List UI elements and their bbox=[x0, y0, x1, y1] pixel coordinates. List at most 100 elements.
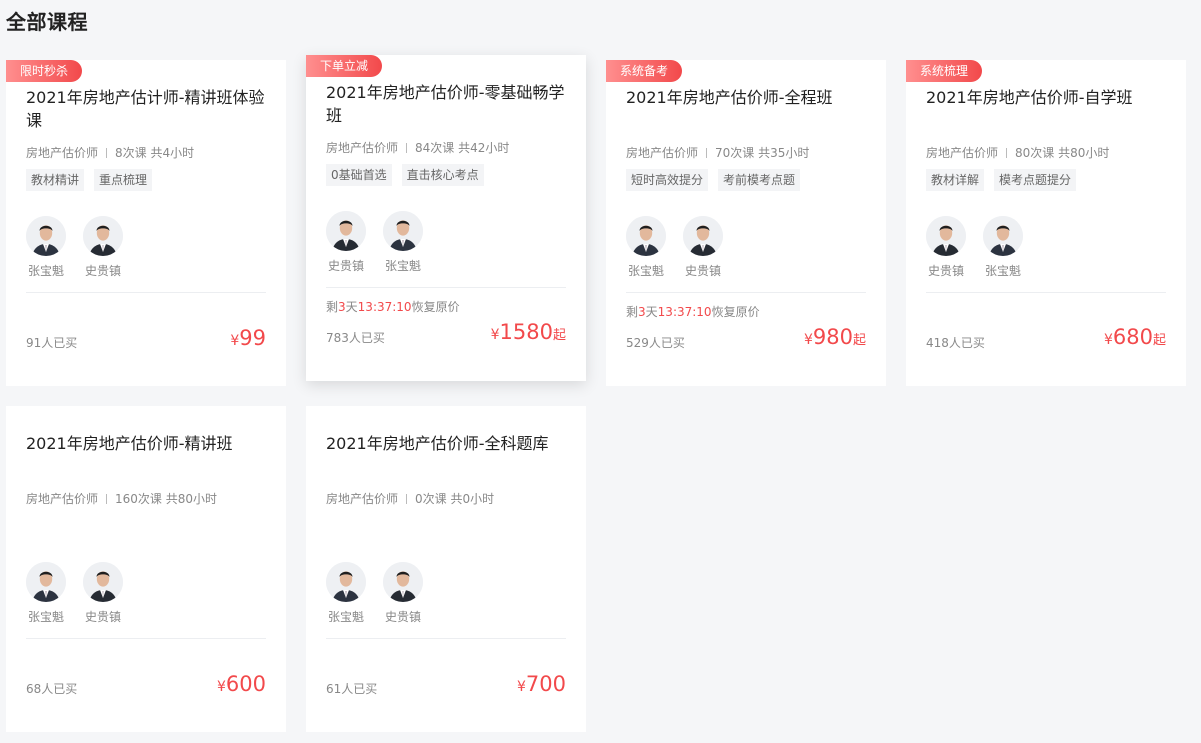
course-tag: 教材精讲 bbox=[26, 169, 85, 191]
teacher-name: 史贵镇 bbox=[927, 264, 964, 278]
teacher[interactable]: 张宝魁 bbox=[26, 216, 66, 279]
course-lessons: 0次课 共0小时 bbox=[415, 492, 495, 506]
card-footer: 61人已买 ¥700 bbox=[326, 639, 566, 711]
course-title[interactable]: 2021年房地产估价师-全科题库 bbox=[326, 432, 566, 478]
course-tag: 重点梳理 bbox=[94, 169, 153, 191]
teacher-avatar bbox=[326, 211, 366, 251]
teacher-avatar bbox=[83, 216, 123, 256]
course-title[interactable]: 2021年房地产估计师-精讲班体验课 bbox=[26, 86, 266, 132]
course-card[interactable]: 系统备考 2021年房地产估价师-全程班房地产估价师 70次课 共35小时短时高效提… bbox=[606, 60, 886, 386]
course-tag: 短时高效提分 bbox=[626, 169, 709, 191]
teacher-avatar bbox=[683, 216, 723, 256]
countdown-time: 13:37:10 bbox=[357, 300, 412, 314]
teacher-name: 史贵镇 bbox=[327, 259, 364, 273]
course-tags: 教材详解 模考点题提分 bbox=[926, 169, 1166, 191]
teacher-avatar bbox=[383, 211, 423, 251]
price-value: 700 bbox=[525, 672, 566, 696]
teacher[interactable]: 史贵镇 bbox=[83, 216, 123, 279]
price-suffix: 起 bbox=[552, 328, 566, 343]
countdown: 剩3天13:37:10恢复原价 bbox=[326, 298, 460, 315]
teacher[interactable]: 史贵镇 bbox=[683, 216, 723, 279]
teacher-list: 史贵镇 张宝魁 bbox=[926, 216, 1166, 279]
course-title[interactable]: 2021年房地产估价师-全程班 bbox=[626, 86, 866, 132]
teacher-avatar bbox=[383, 562, 423, 602]
course-tags: 短时高效提分 考前模考点题 bbox=[626, 169, 866, 191]
course-meta: 房地产估价师 70次课 共35小时 bbox=[626, 144, 866, 161]
course-card[interactable]: 2021年房地产估价师-全科题库房地产估价师 0次课 共0小时 张宝魁 史贵镇 61人已… bbox=[306, 406, 586, 732]
promo-badge: 限时秒杀 bbox=[6, 60, 83, 82]
buyer-count: 61人已买 bbox=[326, 682, 378, 696]
card-footer: 418人已买 ¥680起 bbox=[926, 293, 1166, 365]
meta-divider bbox=[106, 147, 108, 158]
course-price: ¥600 bbox=[217, 672, 266, 699]
course-price: ¥980起 bbox=[804, 325, 866, 353]
currency-symbol: ¥ bbox=[803, 332, 813, 348]
teacher[interactable]: 史贵镇 bbox=[326, 211, 366, 274]
price-value: 680 bbox=[1112, 325, 1153, 349]
teacher[interactable]: 张宝魁 bbox=[26, 562, 66, 625]
price-suffix: 起 bbox=[852, 333, 866, 348]
buyer-count: 529人已买 bbox=[626, 336, 685, 350]
teacher-avatar bbox=[326, 562, 366, 602]
countdown-day-unit: 天 bbox=[645, 305, 658, 319]
countdown-days: 3 bbox=[638, 305, 646, 319]
course-subject: 房地产估价师 bbox=[26, 492, 99, 506]
course-card[interactable]: 系统梳理 2021年房地产估价师-自学班 房地产估价师 80次课 共80小时 教材详解模… bbox=[906, 60, 1186, 386]
teacher-list: 张宝魁 史贵镇 bbox=[626, 216, 866, 279]
course-price: ¥1580起 bbox=[491, 320, 566, 348]
course-tag: 教材详解 bbox=[926, 169, 985, 191]
teacher-name: 史贵镇 bbox=[84, 610, 121, 624]
teacher-name: 张宝魁 bbox=[27, 264, 64, 278]
course-card[interactable]: 限时秒杀 2021年房地产估计师-精讲班体验课 房地产估价师 8次课 共4小时 教材精讲… bbox=[6, 60, 286, 386]
teacher[interactable]: 史贵镇 bbox=[83, 562, 123, 625]
teacher-name: 史贵镇 bbox=[684, 264, 721, 278]
card-footer: 91人已买 ¥99 bbox=[26, 293, 266, 365]
currency-symbol: ¥ bbox=[216, 679, 226, 695]
price-value: 99 bbox=[239, 326, 266, 350]
course-card[interactable]: 2021年房地产估价师-精讲班房地产估价师 160次课 共80小时 张宝魁 史贵镇 68… bbox=[6, 406, 286, 732]
countdown-days: 3 bbox=[338, 300, 346, 314]
teacher-name: 史贵镇 bbox=[384, 610, 421, 624]
buyer-count: 91人已买 bbox=[26, 336, 78, 350]
meta-divider bbox=[1006, 147, 1008, 158]
promo-badge: 系统梳理 bbox=[906, 60, 983, 82]
teacher-avatar bbox=[26, 562, 66, 602]
teacher-avatar bbox=[626, 216, 666, 256]
teacher-name: 张宝魁 bbox=[627, 264, 664, 278]
teacher[interactable]: 张宝魁 bbox=[383, 211, 423, 274]
teacher-avatar bbox=[983, 216, 1023, 256]
buyer-count: 783人已买 bbox=[326, 331, 385, 345]
teacher[interactable]: 张宝魁 bbox=[983, 216, 1023, 279]
promo-badge: 下单立减 bbox=[306, 55, 383, 77]
teacher[interactable]: 张宝魁 bbox=[626, 216, 666, 279]
course-tag: 0基础首选 bbox=[326, 164, 392, 186]
course-meta: 房地产估价师 84次课 共42小时 bbox=[326, 139, 566, 156]
countdown-suffix: 恢复原价 bbox=[711, 305, 760, 319]
teacher[interactable]: 史贵镇 bbox=[926, 216, 966, 279]
course-meta: 房地产估价师 0次课 共0小时 bbox=[326, 490, 566, 507]
teacher-avatar bbox=[26, 216, 66, 256]
course-price: ¥680起 bbox=[1104, 325, 1166, 353]
teacher-list: 史贵镇 张宝魁 bbox=[326, 211, 566, 274]
course-title[interactable]: 2021年房地产估价师-自学班 bbox=[926, 86, 1166, 132]
course-title[interactable]: 2021年房地产估价师-精讲班 bbox=[26, 432, 266, 478]
buyer-count: 418人已买 bbox=[926, 336, 985, 350]
course-meta: 房地产估价师 160次课 共80小时 bbox=[26, 490, 266, 507]
price-suffix: 起 bbox=[1152, 333, 1166, 348]
meta-divider bbox=[406, 493, 408, 504]
countdown-time: 13:37:10 bbox=[657, 305, 712, 319]
course-tag: 直击核心考点 bbox=[401, 164, 484, 186]
teacher-name: 张宝魁 bbox=[27, 610, 64, 624]
meta-divider bbox=[106, 493, 108, 504]
teacher[interactable]: 史贵镇 bbox=[383, 562, 423, 625]
course-title[interactable]: 2021年房地产估价师-零基础畅学班 bbox=[326, 81, 566, 127]
promo-badge: 系统备考 bbox=[606, 60, 683, 82]
course-tags bbox=[326, 515, 566, 537]
teacher[interactable]: 张宝魁 bbox=[326, 562, 366, 625]
card-footer: 68人已买 ¥600 bbox=[26, 639, 266, 711]
currency-symbol: ¥ bbox=[230, 333, 240, 349]
course-price: ¥99 bbox=[230, 326, 266, 353]
course-card[interactable]: 下单立减 2021年房地产估价师-零基础畅学班房地产估价师 84次课 共42小时 0基… bbox=[306, 55, 586, 381]
teacher-list: 张宝魁 史贵镇 bbox=[26, 562, 266, 625]
teacher-name: 张宝魁 bbox=[327, 610, 364, 624]
